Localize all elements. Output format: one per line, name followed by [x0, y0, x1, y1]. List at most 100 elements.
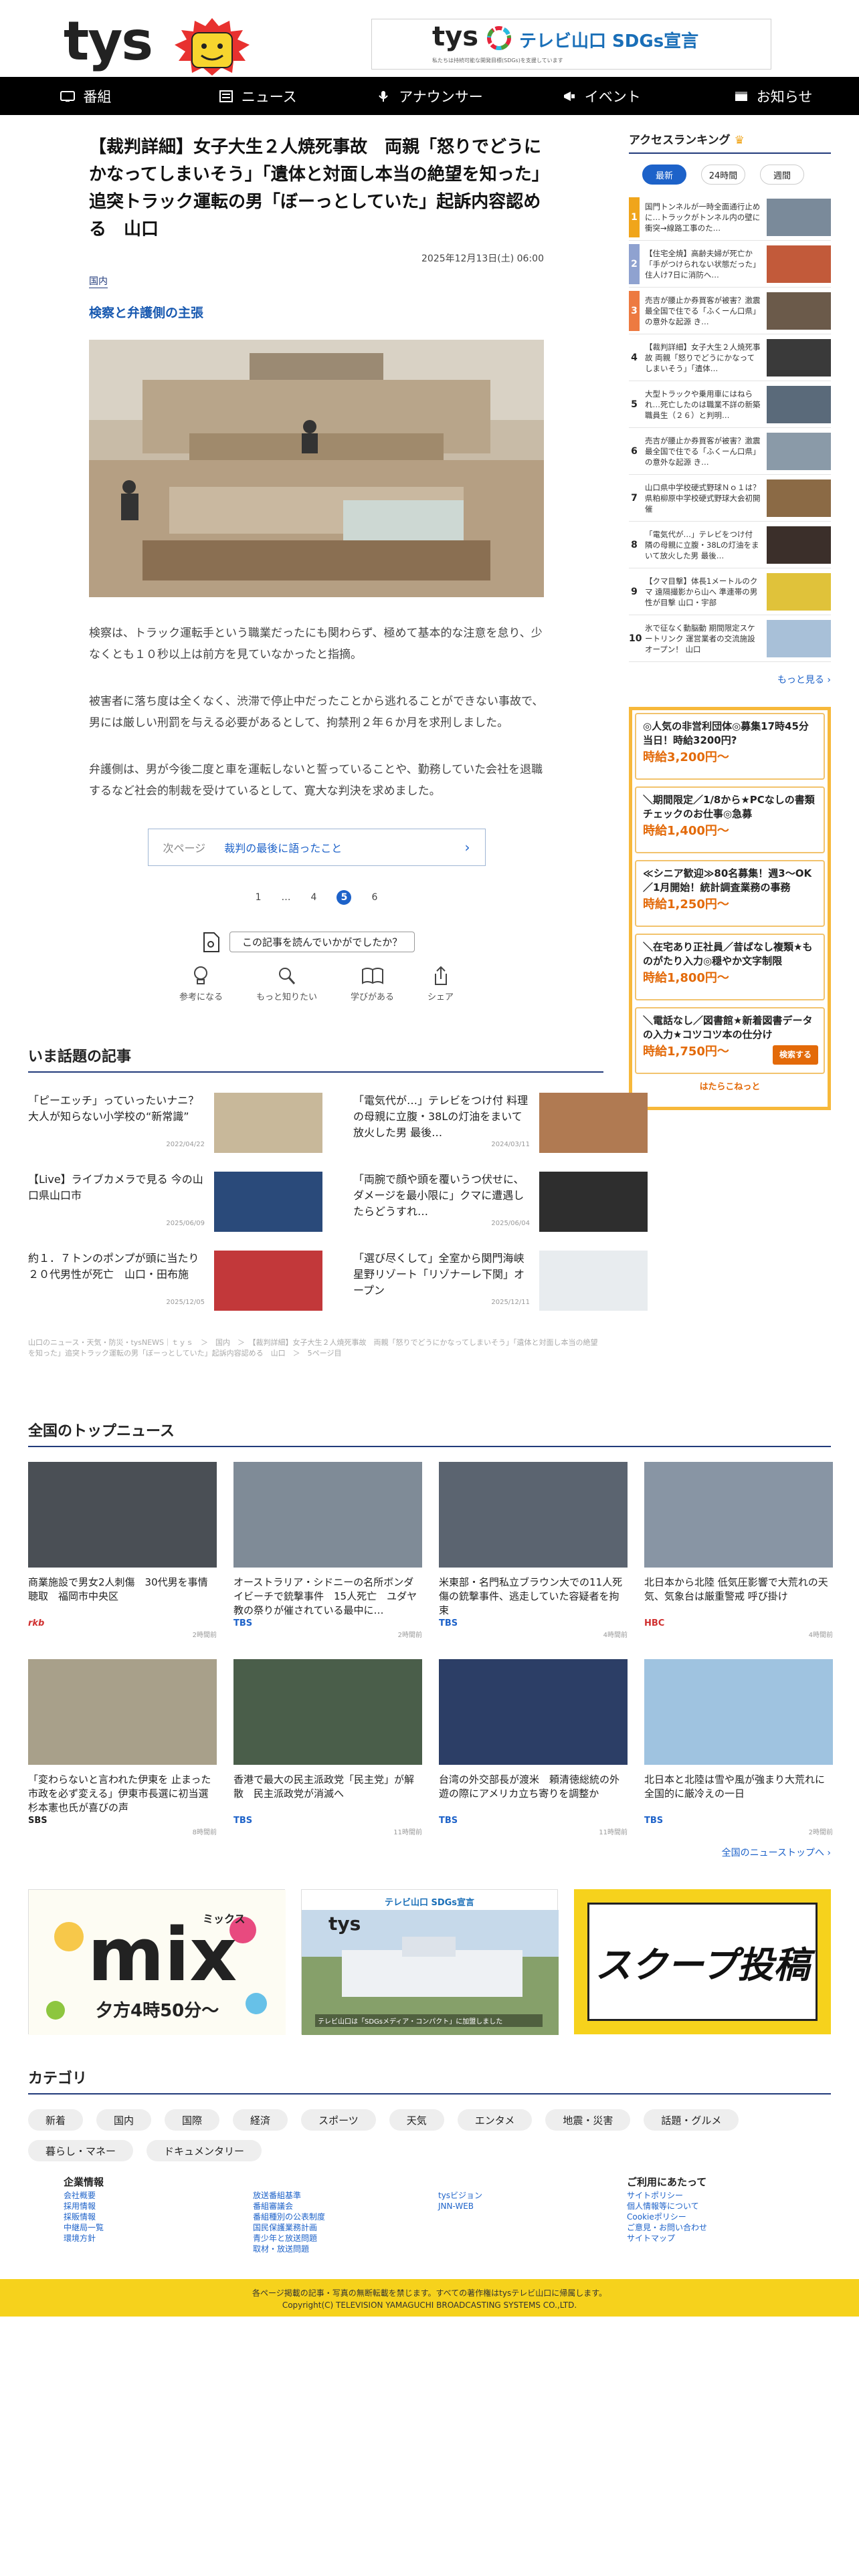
trending-thumbnail	[539, 1093, 648, 1153]
trending-item[interactable]: 「両腕で顔や頭を覆いうつ伏せに、ダメージを最小限に」クマに遭遇したらどうすれ… 2…	[353, 1172, 648, 1232]
footer-link[interactable]: 採販情報	[64, 2212, 96, 2222]
footer-link[interactable]: 個人情報等について	[627, 2202, 699, 2211]
trending-item[interactable]: 約１．７トンのポンプが頭に当たり２０代男性が死亡 山口・田布施 2025/12/0…	[28, 1251, 322, 1311]
category-button[interactable]: 天気	[389, 2109, 444, 2131]
news-card[interactable]: 「変わらないと言われた伊東を 止まった市政を必ず変える」伊東市長選に初当選 杉本…	[28, 1659, 217, 1836]
news-card[interactable]: オーストラリア・シドニーの名所ボンダイビーチで銃撃事件 15人死亡 ユダヤ教の祭…	[233, 1462, 422, 1639]
trending-item[interactable]: 「ピーエッチ」っていったいナニ？大人が知らない小学校の“新常識” 2022/04/…	[28, 1093, 322, 1153]
ranking-item[interactable]: 9 【クマ目撃】体長1メートルのクマ 遠隔撮影から山へ 準連帯の男性が目撃 山口・…	[629, 568, 831, 615]
footer-link[interactable]: サイトポリシー	[627, 2191, 683, 2200]
nav-programs[interactable]: 番組	[0, 77, 172, 115]
reaction-helpful-button[interactable]: 参考になる	[179, 966, 223, 1002]
footer-link[interactable]: 番組種別の公表制度	[253, 2212, 325, 2222]
category-button[interactable]: スポーツ	[301, 2109, 376, 2131]
ad-item[interactable]: ＼在宅あり正社員／昔ばなし複類★ものがたり入力◎穏やか文字制限 時給1,800円〜	[635, 934, 825, 1000]
nav-announcer[interactable]: アナウンサー	[344, 77, 516, 115]
category-button[interactable]: 話題・グルメ	[644, 2109, 739, 2131]
site-logo[interactable]: tys	[64, 15, 153, 68]
news-source: HBC	[644, 1618, 665, 1628]
page-link[interactable]: 4	[311, 892, 317, 903]
ranking-item[interactable]: 8 「電気代が…」テレビをつけ付 隣の母親に立腹・38Lの灯油をまいて放火した男 …	[629, 522, 831, 568]
ranking-more-link[interactable]: もっと見る ›	[629, 673, 831, 686]
category-button[interactable]: 地震・災害	[545, 2109, 631, 2131]
news-card[interactable]: 北日本と北陸は雪や風が強まり大荒れに 全国的に厳冷えの一日 TBS 2時間前	[644, 1659, 833, 1836]
category-button[interactable]: 新着	[28, 2109, 84, 2131]
ranking-item[interactable]: 2 【住宅全焼】高齢夫婦が死亡か「手がつけられない状態だった」住人け7日に消防へ…	[629, 241, 831, 288]
news-card[interactable]: 北日本から北陸 低気圧影響で大荒れの天気、気象台は厳重警戒 呼び掛け HBC 4時間…	[644, 1462, 833, 1639]
footer-link[interactable]: 会社概要	[64, 2191, 96, 2200]
news-card[interactable]: 香港で最大の民主派政党「民主党」が解散 民主派政党が消滅へ TBS 11時間前	[233, 1659, 422, 1836]
sdgs-banner[interactable]: tys テレビ山口 SDGs宣言 私たちは持続可能な開発目標(SDGs)を支援し…	[371, 19, 771, 70]
scoop-banner[interactable]: スクープ投稿	[574, 1889, 831, 2034]
breadcrumb[interactable]: 山口のニュース・天気・防災・tysNEWS｜ｔｙｓ ＞ 国内 ＞ 【裁判詳細】女…	[28, 1337, 603, 1359]
footer-link[interactable]: ご意見・お問い合わせ	[627, 2223, 707, 2232]
mix-banner[interactable]: mix ミックス 夕方4時50分〜	[28, 1889, 286, 2035]
share-button[interactable]: シェア	[427, 966, 454, 1002]
reaction-question-text: この記事を読んでいかがでしたか？	[229, 932, 415, 952]
ranking-number: 4	[631, 352, 638, 363]
footer-link[interactable]: 番組審議会	[253, 2202, 293, 2211]
footer-usage: ご利用にあたって サイトポリシー個人情報等について Cookieポリシー ご意見・お…	[627, 2177, 707, 2244]
category-button[interactable]: ドキュメンタリー	[147, 2140, 262, 2161]
trending-item[interactable]: 「選び尽くして」全室から関門海峡 星野リゾート「リゾナーレ下関」オープン 2025…	[353, 1251, 648, 1311]
ranking-item[interactable]: 4 【裁判詳細】女子大生２人焼死事故 両親「怒りでどうにかなってしまいそう」「遺体…	[629, 334, 831, 381]
tab-weekly[interactable]: 週間	[760, 165, 804, 185]
national-news-more-link[interactable]: 全国のニューストップへ ›	[28, 1846, 831, 1859]
job-ad[interactable]: ◎人気の非営利団体◎募集17時45分当日！時給3200円? 時給3,200円〜 ＼期…	[629, 707, 831, 1110]
ranking-item[interactable]: 5 大型トラックや乗用車にはねられ…死亡したのは職業不詳の新築職員生（２６）と判明…	[629, 381, 831, 428]
nav-label: イベント	[584, 88, 641, 105]
nav-notice[interactable]: お知らせ	[687, 77, 859, 115]
footer-link[interactable]: 取材・放送問題	[253, 2244, 309, 2254]
page-link[interactable]: 6	[371, 892, 377, 903]
footer-link[interactable]: 青少年と放送問題	[253, 2234, 317, 2243]
category-button[interactable]: 経済	[233, 2109, 288, 2131]
reaction-buttons: 参考になる もっと知りたい 学びがある シェア	[89, 966, 544, 1002]
footer-link[interactable]: サイトマップ	[627, 2234, 675, 2243]
ranking-item[interactable]: 6 売吉が腰止か券買客が被害？激震最全国で住でる「ふくーん口県」の意外な起源 き…	[629, 428, 831, 475]
tab-latest[interactable]: 最新	[642, 165, 686, 185]
page-current: 5	[337, 890, 352, 905]
trending-item[interactable]: 【Live】ライブカメラで見る 今の山口県山口市 2025/06/09	[28, 1172, 322, 1232]
page-link[interactable]: 1	[256, 892, 262, 903]
ad-item[interactable]: ＼電話なし／図書館★新着図書データの入力★コツコツ本の仕分け 時給1,750円〜検…	[635, 1007, 825, 1074]
reaction-more-button[interactable]: もっと知りたい	[256, 966, 317, 1002]
trending-title: 【Live】ライブカメラで見る 今の山口県山口市	[28, 1173, 203, 1202]
ad-item[interactable]: ◎人気の非営利団体◎募集17時45分当日！時給3200円? 時給3,200円〜	[635, 713, 825, 780]
ad-text: ＼期間限定／1/8から★PCなしの書類チェックのお仕事◎急募	[643, 794, 815, 820]
news-card[interactable]: 米東部・名門私立ブラウン大での11人死傷の銃撃事件、逃走していた容疑者を拘束 TB…	[439, 1462, 628, 1639]
footer-link[interactable]: 採用情報	[64, 2202, 96, 2211]
sdgs-declaration-banner[interactable]: テレビ山口 SDGs宣言 tys テレビ山口は「SDGsメディア・コンパクト」に…	[301, 1889, 559, 2035]
category-button[interactable]: 国内	[96, 2109, 152, 2131]
trending-date: 2024/03/11	[491, 1141, 530, 1148]
tab-24h[interactable]: 24時間	[701, 165, 745, 185]
footer-link[interactable]: Cookieポリシー	[627, 2212, 686, 2222]
footer-link[interactable]: tysビジョン	[438, 2191, 482, 2200]
nav-event[interactable]: イベント	[515, 77, 687, 115]
category-button[interactable]: 国際	[165, 2109, 220, 2131]
ranking-item[interactable]: 7 山口県中学校硬式野球Ｎｏ１は？ 県粕柳原中学校硬式野球大会初開催	[629, 475, 831, 522]
ranking-item[interactable]: 10 氷で征なく動脳動 期間限定スケートリンク 運営業者の交流施設オープン！ 山口	[629, 615, 831, 662]
category-button[interactable]: エンタメ	[457, 2109, 533, 2131]
nav-news[interactable]: ニュース	[172, 77, 344, 115]
footer-link[interactable]: 放送番組基準	[253, 2191, 301, 2200]
ad-item[interactable]: ＼期間限定／1/8から★PCなしの書類チェックのお仕事◎急募 時給1,400円〜	[635, 786, 825, 853]
footer-link[interactable]: 中継局一覧	[64, 2223, 104, 2232]
trending-item[interactable]: 「電気代が…」テレビをつけ付 料理の母親に立腹・38Lの灯油をまいて放火した男 …	[353, 1093, 648, 1153]
trending-title: 「電気代が…」テレビをつけ付 料理の母親に立腹・38Lの灯油をまいて放火した男 …	[353, 1094, 529, 1139]
category-button[interactable]: 暮らし・マネー	[28, 2140, 134, 2161]
ranking-item[interactable]: 3 売吉が腰止か券買客が被害？激震最全国で住でる「ふくーん口県」の意外な起源 き…	[629, 288, 831, 334]
reaction-label: もっと知りたい	[256, 992, 317, 1002]
courtroom-photo	[89, 340, 544, 597]
ranking-item[interactable]: 1 国門トンネルが一時全面通行止めに…トラックがトンネル内の壁に衝突→線路工事のた…	[629, 194, 831, 241]
footer-usage-title: ご利用にあたって	[627, 2176, 707, 2188]
footer-link[interactable]: 国民保護業務計画	[253, 2223, 317, 2232]
news-card[interactable]: 商業施設で男女2人刺傷 30代男を事情聴取 福岡市中央区 rkb 2時間前	[28, 1462, 217, 1639]
news-card[interactable]: 台湾の外交部長が渡米 頼清徳総統の外遊の際にアメリカ立ち寄りを調整か TBS 11時…	[439, 1659, 628, 1836]
reaction-learn-button[interactable]: 学びがある	[351, 966, 394, 1002]
article-category-link[interactable]: 国内	[89, 274, 108, 288]
footer-link[interactable]: 環境方針	[64, 2234, 96, 2243]
ad-apply-button[interactable]: 検索する	[772, 1045, 818, 1065]
footer-link[interactable]: JNN-WEB	[438, 2202, 474, 2211]
ad-item[interactable]: ≪シニア歓迎≫80名募集！週3〜OK／1月開始！統計調査業務の事務 時給1,250…	[635, 860, 825, 927]
next-page-button[interactable]: 次ページ 裁判の最後に語ったこと ›	[147, 829, 486, 866]
